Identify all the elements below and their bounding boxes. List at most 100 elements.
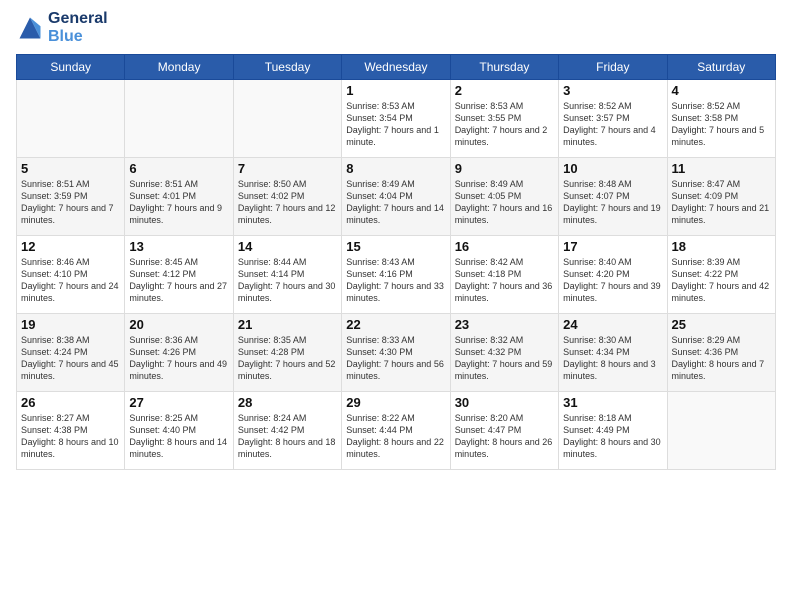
day-number: 9	[455, 161, 554, 176]
calendar-cell	[125, 80, 233, 158]
day-number: 28	[238, 395, 337, 410]
day-content: Sunrise: 8:32 AM Sunset: 4:32 PM Dayligh…	[455, 334, 554, 383]
calendar-cell: 25Sunrise: 8:29 AM Sunset: 4:36 PM Dayli…	[667, 314, 775, 392]
day-number: 15	[346, 239, 445, 254]
calendar-cell: 20Sunrise: 8:36 AM Sunset: 4:26 PM Dayli…	[125, 314, 233, 392]
day-number: 5	[21, 161, 120, 176]
day-number: 2	[455, 83, 554, 98]
logo-text: General Blue	[48, 10, 108, 46]
day-number: 17	[563, 239, 662, 254]
calendar-week-4: 19Sunrise: 8:38 AM Sunset: 4:24 PM Dayli…	[17, 314, 776, 392]
weekday-header-thursday: Thursday	[450, 55, 558, 80]
day-number: 6	[129, 161, 228, 176]
calendar-cell: 31Sunrise: 8:18 AM Sunset: 4:49 PM Dayli…	[559, 392, 667, 470]
calendar-cell: 4 Sunrise: 8:52 AM Sunset: 3:58 PM Daylig…	[667, 80, 775, 158]
day-number: 31	[563, 395, 662, 410]
page-header: General Blue	[16, 10, 776, 46]
calendar-cell	[667, 392, 775, 470]
calendar-header: SundayMondayTuesdayWednesdayThursdayFrid…	[17, 55, 776, 80]
day-number: 13	[129, 239, 228, 254]
calendar-cell: 11 Sunrise: 8:47 AM Sunset: 4:09 PM Dayli…	[667, 158, 775, 236]
calendar-cell: 9 Sunrise: 8:49 AM Sunset: 4:05 PM Daylig…	[450, 158, 558, 236]
calendar-cell: 12 Sunrise: 8:46 AM Sunset: 4:10 PM Dayli…	[17, 236, 125, 314]
day-content: Sunrise: 8:38 AM Sunset: 4:24 PM Dayligh…	[21, 334, 120, 383]
page-container: General Blue SundayMondayTuesdayWednesda…	[0, 0, 792, 480]
calendar-cell: 15Sunrise: 8:43 AM Sunset: 4:16 PM Dayli…	[342, 236, 450, 314]
day-content: Sunrise: 8:27 AM Sunset: 4:38 PM Dayligh…	[21, 412, 120, 461]
day-content: Sunrise: 8:30 AM Sunset: 4:34 PM Dayligh…	[563, 334, 662, 383]
calendar-cell: 21 Sunrise: 8:35 AM Sunset: 4:28 PM Dayli…	[233, 314, 341, 392]
calendar-cell	[17, 80, 125, 158]
day-content: Sunrise: 8:20 AM Sunset: 4:47 PM Dayligh…	[455, 412, 554, 461]
day-number: 10	[563, 161, 662, 176]
day-number: 20	[129, 317, 228, 332]
calendar-week-5: 26Sunrise: 8:27 AM Sunset: 4:38 PM Dayli…	[17, 392, 776, 470]
calendar-cell: 6 Sunrise: 8:51 AM Sunset: 4:01 PM Daylig…	[125, 158, 233, 236]
calendar-cell: 1 Sunrise: 8:53 AM Sunset: 3:54 PM Daylig…	[342, 80, 450, 158]
day-content: Sunrise: 8:25 AM Sunset: 4:40 PM Dayligh…	[129, 412, 228, 461]
day-content: Sunrise: 8:52 AM Sunset: 3:57 PM Dayligh…	[563, 100, 662, 149]
day-number: 29	[346, 395, 445, 410]
calendar-cell: 13 Sunrise: 8:45 AM Sunset: 4:12 PM Dayli…	[125, 236, 233, 314]
weekday-header-monday: Monday	[125, 55, 233, 80]
day-content: Sunrise: 8:49 AM Sunset: 4:05 PM Dayligh…	[455, 178, 554, 227]
day-content: Sunrise: 8:51 AM Sunset: 4:01 PM Dayligh…	[129, 178, 228, 227]
day-content: Sunrise: 8:52 AM Sunset: 3:58 PM Dayligh…	[672, 100, 771, 149]
day-number: 4	[672, 83, 771, 98]
day-number: 16	[455, 239, 554, 254]
calendar-cell: 8 Sunrise: 8:49 AM Sunset: 4:04 PM Daylig…	[342, 158, 450, 236]
calendar-cell: 3 Sunrise: 8:52 AM Sunset: 3:57 PM Daylig…	[559, 80, 667, 158]
day-content: Sunrise: 8:40 AM Sunset: 4:20 PM Dayligh…	[563, 256, 662, 305]
calendar-cell: 16 Sunrise: 8:42 AM Sunset: 4:18 PM Dayli…	[450, 236, 558, 314]
day-content: Sunrise: 8:39 AM Sunset: 4:22 PM Dayligh…	[672, 256, 771, 305]
weekday-header-tuesday: Tuesday	[233, 55, 341, 80]
day-number: 7	[238, 161, 337, 176]
weekday-header-friday: Friday	[559, 55, 667, 80]
calendar-cell	[233, 80, 341, 158]
calendar-table: SundayMondayTuesdayWednesdayThursdayFrid…	[16, 54, 776, 470]
day-number: 12	[21, 239, 120, 254]
calendar-week-2: 5 Sunrise: 8:51 AM Sunset: 3:59 PM Daylig…	[17, 158, 776, 236]
day-content: Sunrise: 8:46 AM Sunset: 4:10 PM Dayligh…	[21, 256, 120, 305]
weekday-header-wednesday: Wednesday	[342, 55, 450, 80]
day-number: 23	[455, 317, 554, 332]
calendar-week-3: 12 Sunrise: 8:46 AM Sunset: 4:10 PM Dayli…	[17, 236, 776, 314]
day-content: Sunrise: 8:22 AM Sunset: 4:44 PM Dayligh…	[346, 412, 445, 461]
calendar-cell: 7Sunrise: 8:50 AM Sunset: 4:02 PM Daylig…	[233, 158, 341, 236]
weekday-header-saturday: Saturday	[667, 55, 775, 80]
day-content: Sunrise: 8:33 AM Sunset: 4:30 PM Dayligh…	[346, 334, 445, 383]
calendar-cell: 10Sunrise: 8:48 AM Sunset: 4:07 PM Dayli…	[559, 158, 667, 236]
calendar-cell: 22 Sunrise: 8:33 AM Sunset: 4:30 PM Dayli…	[342, 314, 450, 392]
calendar-cell: 29 Sunrise: 8:22 AM Sunset: 4:44 PM Dayli…	[342, 392, 450, 470]
day-content: Sunrise: 8:35 AM Sunset: 4:28 PM Dayligh…	[238, 334, 337, 383]
day-number: 11	[672, 161, 771, 176]
day-content: Sunrise: 8:51 AM Sunset: 3:59 PM Dayligh…	[21, 178, 120, 227]
calendar-cell: 19Sunrise: 8:38 AM Sunset: 4:24 PM Dayli…	[17, 314, 125, 392]
day-number: 8	[346, 161, 445, 176]
day-number: 24	[563, 317, 662, 332]
day-content: Sunrise: 8:44 AM Sunset: 4:14 PM Dayligh…	[238, 256, 337, 305]
calendar-cell: 30 Sunrise: 8:20 AM Sunset: 4:47 PM Dayli…	[450, 392, 558, 470]
day-number: 22	[346, 317, 445, 332]
calendar-cell: 17 Sunrise: 8:40 AM Sunset: 4:20 PM Dayli…	[559, 236, 667, 314]
calendar-cell: 2Sunrise: 8:53 AM Sunset: 3:55 PM Daylig…	[450, 80, 558, 158]
calendar-cell: 23 Sunrise: 8:32 AM Sunset: 4:32 PM Dayli…	[450, 314, 558, 392]
day-content: Sunrise: 8:29 AM Sunset: 4:36 PM Dayligh…	[672, 334, 771, 383]
calendar-cell: 27Sunrise: 8:25 AM Sunset: 4:40 PM Dayli…	[125, 392, 233, 470]
day-content: Sunrise: 8:53 AM Sunset: 3:54 PM Dayligh…	[346, 100, 445, 149]
day-number: 21	[238, 317, 337, 332]
calendar-cell: 14 Sunrise: 8:44 AM Sunset: 4:14 PM Dayli…	[233, 236, 341, 314]
day-content: Sunrise: 8:49 AM Sunset: 4:04 PM Dayligh…	[346, 178, 445, 227]
calendar-cell: 28Sunrise: 8:24 AM Sunset: 4:42 PM Dayli…	[233, 392, 341, 470]
day-content: Sunrise: 8:45 AM Sunset: 4:12 PM Dayligh…	[129, 256, 228, 305]
day-content: Sunrise: 8:47 AM Sunset: 4:09 PM Dayligh…	[672, 178, 771, 227]
day-content: Sunrise: 8:42 AM Sunset: 4:18 PM Dayligh…	[455, 256, 554, 305]
day-number: 14	[238, 239, 337, 254]
logo: General Blue	[16, 10, 108, 46]
day-number: 18	[672, 239, 771, 254]
day-number: 3	[563, 83, 662, 98]
day-number: 30	[455, 395, 554, 410]
logo-icon	[16, 14, 44, 42]
weekday-header-sunday: Sunday	[17, 55, 125, 80]
day-number: 1	[346, 83, 445, 98]
